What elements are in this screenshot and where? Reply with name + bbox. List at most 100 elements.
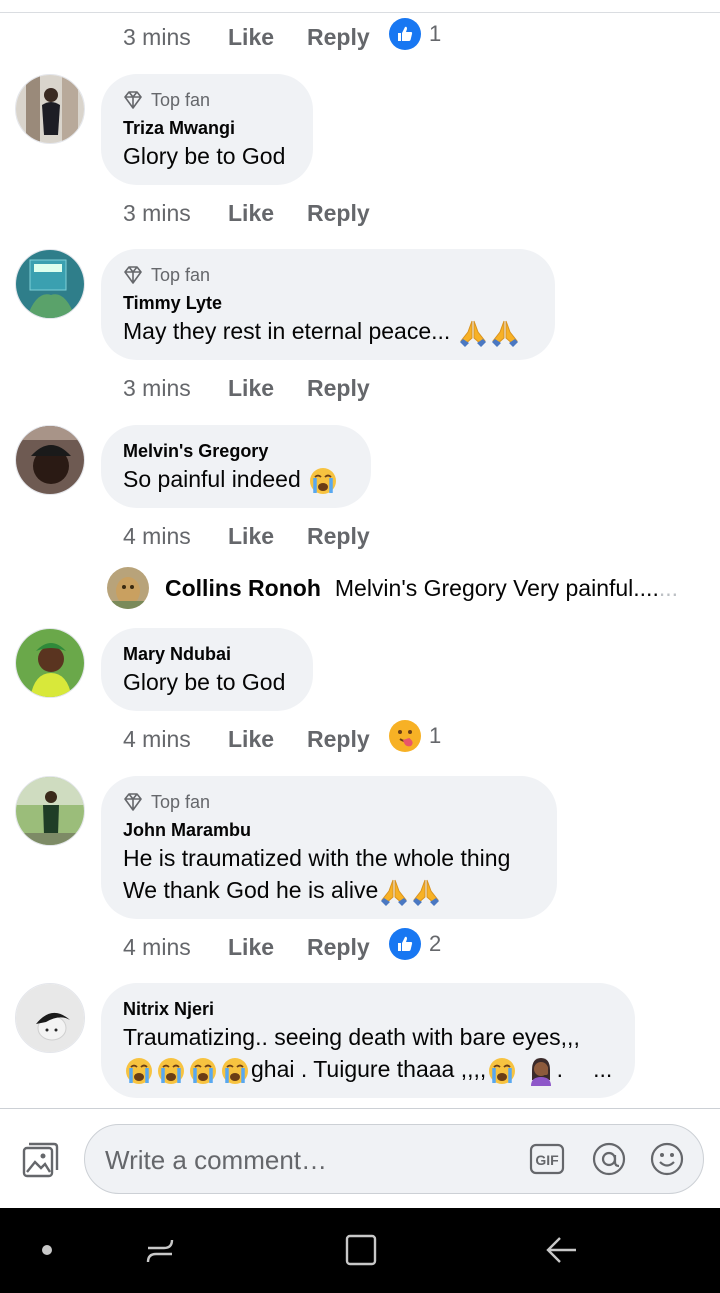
mention-icon[interactable] (591, 1141, 627, 1177)
comment-text: Traumatizing.. seeing death with bare ey… (123, 1024, 580, 1050)
like-button[interactable]: Like (228, 24, 307, 51)
reply-button[interactable]: Reply (307, 726, 370, 753)
comment-time: 4 mins (123, 933, 191, 960)
reply-button[interactable]: Reply (307, 523, 370, 550)
comment-author[interactable]: Melvin's Gregory (123, 439, 349, 463)
divider (0, 12, 720, 13)
comment-actions: 3 mins Like Reply (123, 21, 370, 53)
reply-button[interactable]: Reply (307, 934, 370, 961)
reply-author[interactable]: Collins Ronoh (165, 575, 321, 602)
comment-author[interactable]: Timmy Lyte (123, 291, 533, 315)
gif-icon[interactable]: GIF (529, 1141, 565, 1177)
system-nav-bar (0, 1208, 720, 1293)
comment-composer[interactable]: GIF (84, 1124, 704, 1194)
avatar[interactable] (15, 776, 85, 846)
comment-text: We thank God he is alive (123, 874, 535, 907)
nav-dot-icon[interactable] (27, 1230, 67, 1270)
comment-bubble: Melvin's Gregory So painful indeed (101, 425, 371, 508)
comment-text-line: So painful indeed (123, 466, 301, 492)
comment-bubble: Top fan John Marambu He is traumatized w… (101, 776, 557, 919)
comment-text-line: May they rest in eternal peace... (123, 318, 451, 344)
comment-text: Glory be to God (123, 143, 286, 169)
reaction-count: 2 (429, 931, 442, 956)
reply-button[interactable]: Reply (307, 24, 370, 51)
top-fan-badge: Top fan (123, 88, 291, 112)
comment-actions: 4 mins Like Reply (123, 931, 370, 963)
avatar[interactable] (15, 74, 85, 144)
reaction-count: 1 (429, 723, 442, 748)
comment-text: Glory be to God (123, 669, 286, 695)
top-fan-badge: Top fan (123, 790, 535, 814)
divider (0, 1108, 720, 1109)
crying-face-emoji-icon (487, 1056, 517, 1086)
avatar[interactable] (15, 628, 85, 698)
folded-hands-emoji-icon (411, 877, 441, 907)
comment-time: 3 mins (123, 199, 191, 226)
badge-label: Top fan (151, 791, 211, 812)
folded-hands-emoji-icon (379, 877, 409, 907)
reply-text-more: ... (658, 574, 679, 601)
reaction-summary[interactable]: 1 (389, 720, 441, 752)
like-button[interactable]: Like (228, 375, 307, 402)
comment-bubble: Mary Ndubai Glory be to God (101, 628, 313, 711)
like-button[interactable]: Like (228, 200, 307, 227)
reaction-summary[interactable]: 2 (389, 928, 441, 960)
avatar[interactable] (107, 567, 149, 609)
comment-time: 3 mins (123, 23, 191, 50)
avatar[interactable] (15, 249, 85, 319)
avatar[interactable] (15, 425, 85, 495)
comment-input[interactable] (103, 1139, 517, 1181)
comment-text: May they rest in eternal peace... (123, 315, 533, 348)
comment-actions: 4 mins Like Reply (123, 723, 370, 755)
crying-face-emoji-icon (308, 466, 338, 496)
crying-face-emoji-icon (124, 1056, 154, 1086)
comment-bubble: Top fan Triza Mwangi Glory be to God (101, 74, 313, 185)
home-icon[interactable] (341, 1230, 381, 1270)
comment-bubble: Nitrix Njeri Traumatizing.. seeing death… (101, 983, 635, 1098)
emoji-icon[interactable] (649, 1141, 685, 1177)
crying-face-emoji-icon (220, 1056, 250, 1086)
diamond-icon (123, 265, 143, 285)
top-fan-badge: Top fan (123, 263, 533, 287)
woman-facepalming-emoji-icon (526, 1056, 556, 1086)
comment-text: He is traumatized with the whole thing (123, 845, 511, 871)
recents-icon[interactable] (140, 1230, 180, 1270)
comment-actions: 4 mins Like Reply (123, 520, 370, 552)
comment-author[interactable]: John Marambu (123, 818, 535, 842)
see-more-ellipsis[interactable]: ... (593, 1056, 612, 1082)
avatar[interactable] (15, 983, 85, 1053)
comment-author[interactable]: Triza Mwangi (123, 116, 291, 140)
like-button[interactable]: Like (228, 523, 307, 550)
comment-text: So painful indeed (123, 463, 349, 496)
thumbs-up-icon (389, 18, 421, 50)
reaction-summary[interactable]: 1 (389, 18, 441, 50)
back-icon[interactable] (542, 1230, 582, 1270)
svg-text:GIF: GIF (535, 1152, 559, 1168)
reply-button[interactable]: Reply (307, 375, 370, 402)
diamond-icon (123, 90, 143, 110)
folded-hands-emoji-icon (458, 318, 488, 348)
comment-bubble: Top fan Timmy Lyte May they rest in eter… (101, 249, 555, 360)
reply-preview[interactable]: Collins Ronoh Melvin's Gregory Very pain… (107, 567, 678, 609)
like-button[interactable]: Like (228, 934, 307, 961)
photo-icon[interactable] (20, 1140, 60, 1180)
comment-text-line: . (556, 1056, 564, 1082)
thumbs-up-icon (389, 928, 421, 960)
comment-author[interactable]: Mary Ndubai (123, 642, 291, 666)
comment-actions: 3 mins Like Reply (123, 372, 370, 404)
reaction-count: 1 (429, 21, 442, 46)
diamond-icon (123, 792, 143, 812)
comment-actions: 3 mins Like Reply (123, 197, 370, 229)
comment-author[interactable]: Nitrix Njeri (123, 997, 613, 1021)
reply-button[interactable]: Reply (307, 200, 370, 227)
comment-time: 4 mins (123, 522, 191, 549)
care-reaction-icon (389, 720, 421, 752)
like-button[interactable]: Like (228, 726, 307, 753)
comment-text-line: ghai . Tuigure thaaa ,,,, (251, 1056, 487, 1082)
comment-text-line: We thank God he is alive (123, 877, 379, 903)
crying-face-emoji-icon (156, 1056, 186, 1086)
badge-label: Top fan (151, 264, 211, 285)
comment-text: ghai . Tuigure thaaa ,,,, .... (123, 1053, 613, 1086)
crying-face-emoji-icon (188, 1056, 218, 1086)
folded-hands-emoji-icon (490, 318, 520, 348)
